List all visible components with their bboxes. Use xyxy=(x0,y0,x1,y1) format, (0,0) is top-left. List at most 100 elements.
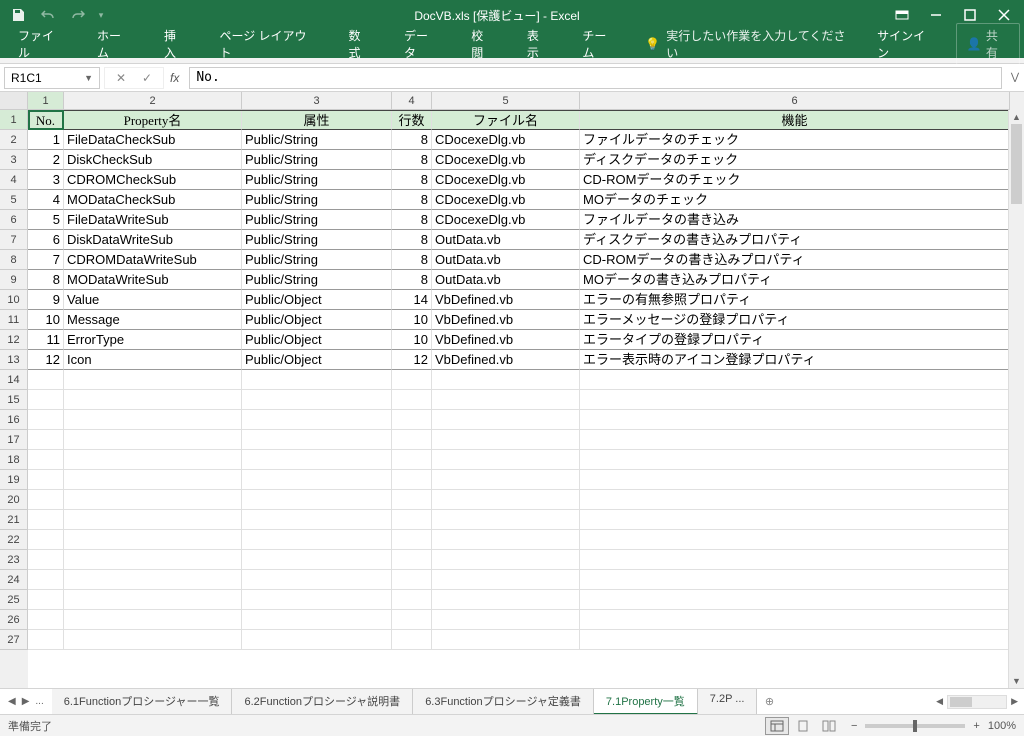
chevron-down-icon[interactable]: ▼ xyxy=(84,73,93,83)
zoom-out-button[interactable]: − xyxy=(851,720,857,732)
zoom-in-button[interactable]: + xyxy=(973,720,979,732)
cell[interactable] xyxy=(392,490,432,510)
cell[interactable]: Public/String xyxy=(242,190,392,210)
cell[interactable]: 7 xyxy=(28,250,64,270)
cell[interactable] xyxy=(64,450,242,470)
cell[interactable] xyxy=(432,530,580,550)
cell[interactable] xyxy=(392,370,432,390)
cell[interactable]: エラータイプの登録プロパティ xyxy=(580,330,1010,350)
cell[interactable]: 10 xyxy=(392,330,432,350)
zoom-level[interactable]: 100% xyxy=(988,720,1016,732)
sheet-prev-icon[interactable]: ◀ xyxy=(8,696,16,707)
cell[interactable]: 4 xyxy=(28,190,64,210)
cell[interactable]: MOデータのチェック xyxy=(580,190,1010,210)
cell[interactable]: ファイルデータのチェック xyxy=(580,130,1010,150)
cell[interactable]: FileDataWriteSub xyxy=(64,210,242,230)
cell[interactable]: Property名 xyxy=(64,111,242,130)
cell[interactable] xyxy=(580,470,1010,490)
page-layout-view-icon[interactable] xyxy=(791,717,815,735)
cell[interactable]: 5 xyxy=(28,210,64,230)
cell[interactable]: エラー表示時のアイコン登録プロパティ xyxy=(580,350,1010,370)
sheet-tab[interactable]: 7.1Property一覧 xyxy=(594,689,698,715)
scroll-down-icon[interactable]: ▼ xyxy=(1009,674,1024,688)
page-break-view-icon[interactable] xyxy=(817,717,841,735)
row-header[interactable]: 22 xyxy=(0,530,28,550)
cell[interactable] xyxy=(580,430,1010,450)
row-header[interactable]: 11 xyxy=(0,310,28,330)
cell[interactable] xyxy=(242,390,392,410)
row-header[interactable]: 24 xyxy=(0,570,28,590)
cell[interactable] xyxy=(392,570,432,590)
qat-dropdown-icon[interactable]: ▾ xyxy=(94,2,108,28)
cell[interactable] xyxy=(28,590,64,610)
cell[interactable]: FileDataCheckSub xyxy=(64,130,242,150)
cell[interactable] xyxy=(580,410,1010,430)
cell[interactable] xyxy=(242,450,392,470)
cell[interactable]: 機能 xyxy=(580,111,1010,130)
cell[interactable]: 3 xyxy=(28,170,64,190)
cell[interactable]: DiskDataWriteSub xyxy=(64,230,242,250)
row-header[interactable]: 15 xyxy=(0,390,28,410)
cell[interactable] xyxy=(64,530,242,550)
cell[interactable] xyxy=(432,370,580,390)
sheet-tab[interactable]: 6.3Functionプロシージャ定義書 xyxy=(413,689,594,715)
cell[interactable]: CDocexeDlg.vb xyxy=(432,190,580,210)
vertical-scrollbar[interactable]: ▲ ▼ xyxy=(1008,110,1024,688)
cell[interactable] xyxy=(28,450,64,470)
row-header[interactable]: 18 xyxy=(0,450,28,470)
fx-icon[interactable]: fx xyxy=(170,71,179,85)
cells-area[interactable]: No.Property名属性行数ファイル名機能1FileDataCheckSub… xyxy=(28,110,1024,688)
row-header[interactable]: 17 xyxy=(0,430,28,450)
enter-formula-icon[interactable]: ✓ xyxy=(135,71,159,85)
cell[interactable]: 属性 xyxy=(242,111,392,130)
cell[interactable] xyxy=(64,630,242,650)
cell[interactable] xyxy=(28,570,64,590)
cell[interactable] xyxy=(392,550,432,570)
sheet-tab[interactable]: 7.2P ... xyxy=(698,689,758,715)
cell[interactable]: エラーメッセージの登録プロパティ xyxy=(580,310,1010,330)
row-header[interactable]: 3 xyxy=(0,150,28,170)
cell[interactable] xyxy=(432,610,580,630)
cell[interactable]: 8 xyxy=(392,230,432,250)
row-header[interactable]: 1 xyxy=(0,110,28,130)
cell[interactable]: OutData.vb xyxy=(432,230,580,250)
cell[interactable] xyxy=(28,610,64,630)
share-button[interactable]: 👤 共有 xyxy=(956,23,1020,65)
cell[interactable] xyxy=(580,610,1010,630)
cell[interactable]: CDROMDataWriteSub xyxy=(64,250,242,270)
cell[interactable]: Public/String xyxy=(242,170,392,190)
cell[interactable] xyxy=(64,410,242,430)
name-box[interactable]: R1C1 ▼ xyxy=(4,67,100,89)
cell[interactable] xyxy=(392,530,432,550)
cell[interactable]: 1 xyxy=(28,130,64,150)
cell[interactable] xyxy=(64,610,242,630)
row-header[interactable]: 8 xyxy=(0,250,28,270)
cell[interactable] xyxy=(64,370,242,390)
cell[interactable]: ファイル名 xyxy=(432,111,580,130)
cell[interactable]: 10 xyxy=(28,310,64,330)
hscroll-right-icon[interactable]: ▶ xyxy=(1011,696,1018,707)
cell[interactable] xyxy=(242,570,392,590)
row-header[interactable]: 26 xyxy=(0,610,28,630)
cell[interactable]: Public/Object xyxy=(242,330,392,350)
scroll-up-icon[interactable]: ▲ xyxy=(1009,110,1024,124)
cell[interactable]: ディスクデータの書き込みプロパティ xyxy=(580,230,1010,250)
cell[interactable]: 8 xyxy=(392,150,432,170)
cell[interactable]: 10 xyxy=(392,310,432,330)
cell[interactable]: Public/Object xyxy=(242,290,392,310)
cell[interactable] xyxy=(28,390,64,410)
sheet-next-icon[interactable]: ▶ xyxy=(22,696,30,707)
cell[interactable]: 12 xyxy=(28,350,64,370)
cell[interactable] xyxy=(64,430,242,450)
row-header[interactable]: 12 xyxy=(0,330,28,350)
cell[interactable]: ErrorType xyxy=(64,330,242,350)
row-header[interactable]: 16 xyxy=(0,410,28,430)
row-header[interactable]: 6 xyxy=(0,210,28,230)
cell[interactable] xyxy=(242,490,392,510)
cell[interactable]: 11 xyxy=(28,330,64,350)
cell[interactable]: CDocexeDlg.vb xyxy=(432,130,580,150)
cell[interactable] xyxy=(64,390,242,410)
row-header[interactable]: 21 xyxy=(0,510,28,530)
cell[interactable]: 14 xyxy=(392,290,432,310)
cell[interactable]: Public/String xyxy=(242,230,392,250)
